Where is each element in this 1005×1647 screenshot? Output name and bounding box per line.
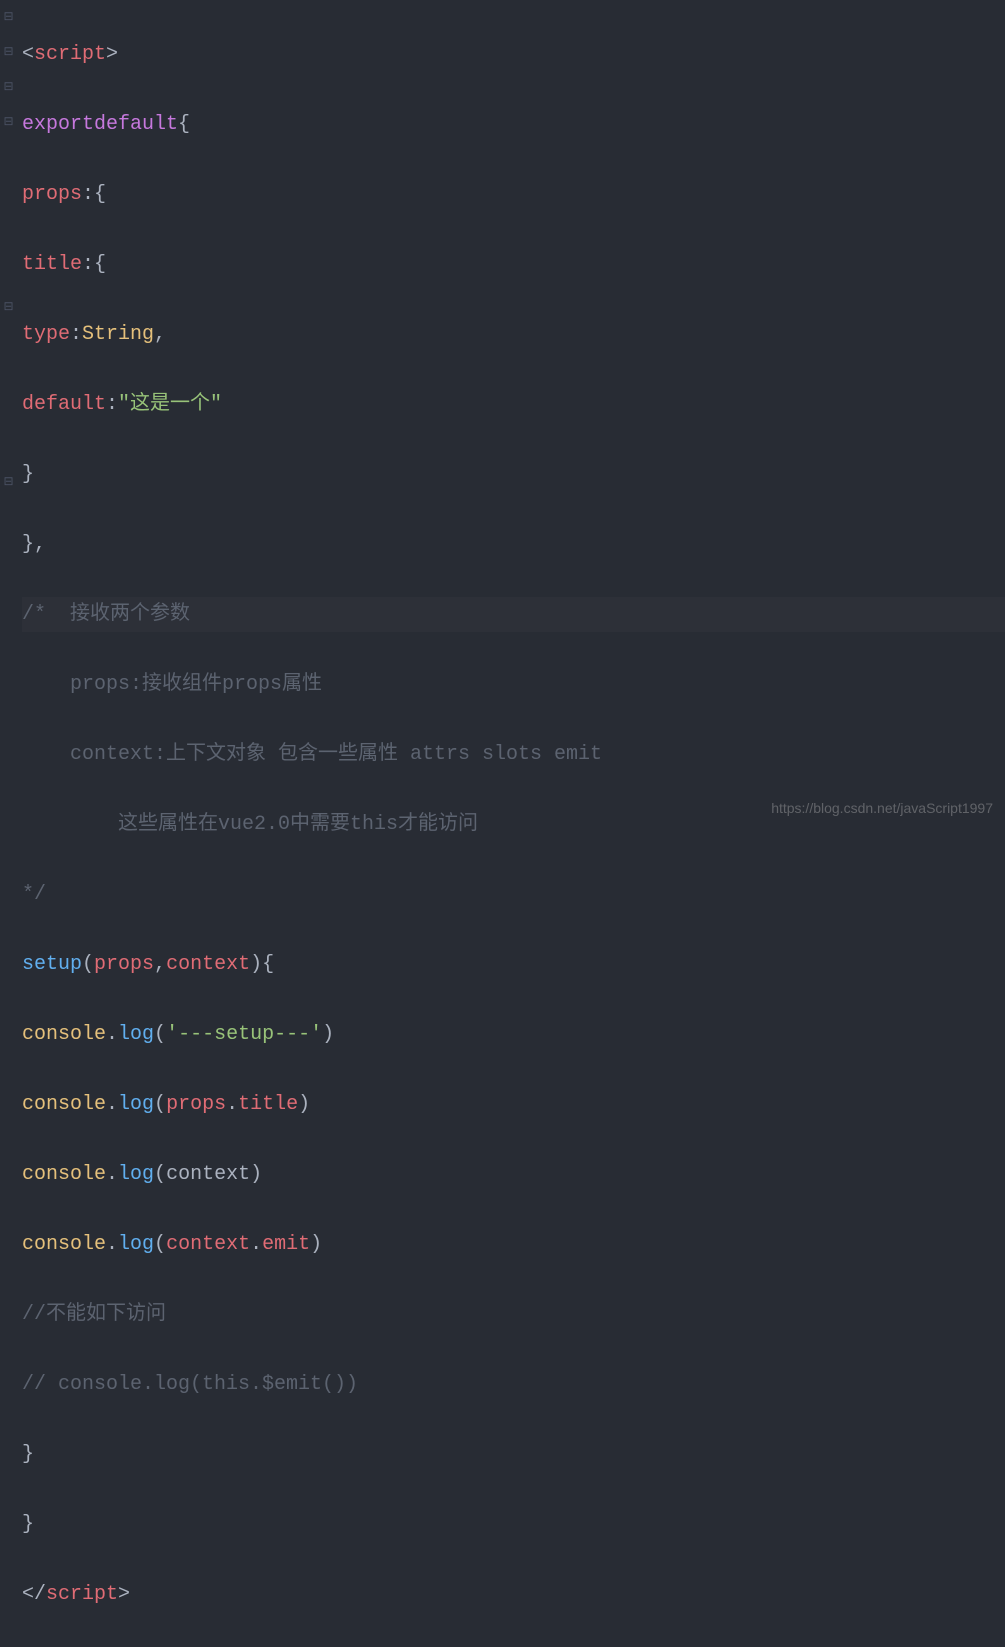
code-line: export default {: [22, 107, 1005, 142]
code-line: console.log(context): [22, 1157, 1005, 1192]
code-line: }: [22, 1437, 1005, 1472]
code-line: //不能如下访问: [22, 1297, 1005, 1332]
code-line: type:String,: [22, 317, 1005, 352]
fold-marker[interactable]: [3, 47, 14, 58]
code-line: console.log('---setup---'): [22, 1017, 1005, 1052]
code-line: console.log(context.emit): [22, 1227, 1005, 1262]
code-line: */: [22, 877, 1005, 912]
fold-gutter: [0, 0, 18, 830]
code-line: props:{: [22, 177, 1005, 212]
fold-marker[interactable]: [3, 82, 14, 93]
code-line: }: [22, 1507, 1005, 1542]
code-line: default:"这是一个": [22, 387, 1005, 422]
code-line: /* 接收两个参数: [22, 597, 1005, 632]
code-line: title:{: [22, 247, 1005, 282]
watermark-text: https://blog.csdn.net/javaScript1997: [771, 796, 993, 821]
code-line: setup(props,context){: [22, 947, 1005, 982]
code-line: }: [22, 457, 1005, 492]
code-line: // console.log(this.$emit()): [22, 1367, 1005, 1402]
fold-marker[interactable]: [3, 477, 14, 488]
fold-marker[interactable]: [3, 302, 14, 313]
code-line: },: [22, 527, 1005, 562]
code-line: props:接收组件props属性: [22, 667, 1005, 702]
fold-marker[interactable]: [3, 12, 14, 23]
code-editor[interactable]: <script> export default { props:{ title:…: [0, 0, 1005, 1647]
code-line: console.log(props.title): [22, 1087, 1005, 1122]
code-line: context:上下文对象 包含一些属性 attrs slots emit: [22, 737, 1005, 772]
code-line: <script>: [22, 37, 1005, 72]
fold-marker[interactable]: [3, 117, 14, 128]
code-line: </script>: [22, 1577, 1005, 1612]
